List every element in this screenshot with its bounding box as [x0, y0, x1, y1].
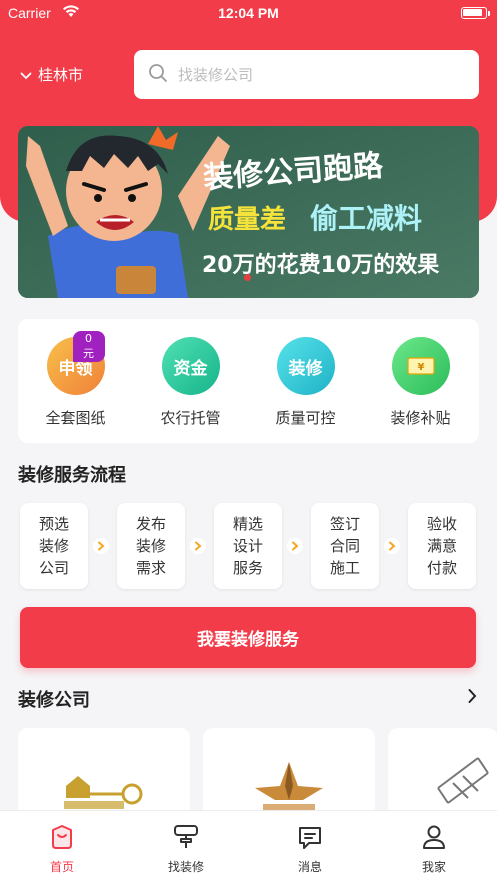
- tab-label: 首页: [49, 860, 74, 874]
- process-step[interactable]: 验收满意付款: [408, 503, 476, 589]
- banner-tag-quality: 质量差: [208, 204, 286, 235]
- banner-subline: 20万的花费10万的效果: [202, 252, 439, 278]
- battery-icon: [461, 7, 487, 19]
- quick-action-subsidy[interactable]: ¥ 装修补贴: [363, 337, 478, 428]
- quick-action-label: 质量可控: [275, 409, 336, 427]
- promo-banner[interactable]: 装修公司跑路 质量差 偷工减料 20万的花费10万的效果: [18, 126, 479, 298]
- carousel-indicator[interactable]: [244, 274, 251, 281]
- process-step[interactable]: 精选设计服务: [214, 503, 282, 589]
- battery-tip: [488, 11, 490, 16]
- tab-find-renovation[interactable]: 找装修: [124, 823, 248, 875]
- fund-icon-text: 资金: [173, 358, 208, 379]
- request-service-button[interactable]: 我要装修服务: [20, 607, 476, 668]
- tab-label: 找装修: [167, 860, 204, 874]
- city-selector[interactable]: 桂林市: [20, 64, 83, 85]
- message-icon: [296, 827, 324, 855]
- quick-action-label: 农行托管: [160, 409, 221, 427]
- chevron-right-icon: [287, 538, 303, 554]
- chevron-right-icon: [384, 538, 400, 554]
- quick-action-quality[interactable]: 装修 质量可控: [248, 337, 363, 428]
- process-step[interactable]: 签订合同施工: [311, 503, 379, 589]
- search-icon: [148, 63, 168, 87]
- tab-messages[interactable]: 消息: [248, 823, 372, 875]
- bottom-tab-bar: 首页 找装修 消息 我家: [0, 810, 497, 883]
- city-label: 桂林市: [38, 66, 84, 84]
- status-bar: Carrier 12:04 PM: [0, 0, 497, 28]
- search-input[interactable]: [178, 65, 458, 84]
- banner-tag-cutting-corners: 偷工减料: [310, 202, 422, 235]
- quick-action-label: 装修补贴: [390, 409, 451, 427]
- home-icon: [48, 825, 76, 855]
- search-bar[interactable]: [134, 50, 479, 99]
- chevron-right-icon: [190, 538, 206, 554]
- process-step[interactable]: 预选装修公司: [20, 503, 88, 589]
- apply-icon: 申领 0元: [46, 331, 105, 395]
- tab-label: 我家: [421, 860, 446, 874]
- process-flow: 预选装修公司 发布装修需求 精选设计服务 签订合同施工 验收满意付款: [20, 503, 480, 589]
- process-section-title: 装修服务流程: [18, 465, 126, 486]
- chevron-down-icon: [20, 66, 32, 84]
- tab-home[interactable]: 首页: [0, 823, 124, 875]
- fund-icon: 资金: [161, 337, 220, 395]
- quick-action-drawings[interactable]: 申领 0元 全套图纸: [18, 331, 133, 428]
- quick-action-escrow[interactable]: 资金 农行托管: [133, 337, 248, 428]
- quick-action-label: 全套图纸: [45, 409, 106, 427]
- renovation-icon: 装修: [276, 337, 335, 395]
- quick-actions-card: 申领 0元 全套图纸 资金 农行托管 装修 质量可控 ¥ 装修补贴: [18, 319, 479, 443]
- clock-time: 12:04 PM: [218, 5, 279, 21]
- svg-text:¥: ¥: [417, 362, 424, 373]
- renovation-icon-text: 装修: [288, 358, 323, 379]
- tab-label: 消息: [297, 860, 322, 874]
- user-icon: [420, 825, 448, 855]
- paint-roller-icon: [172, 825, 200, 855]
- chevron-right-icon[interactable]: [467, 688, 477, 708]
- companies-section-title: 装修公司: [18, 690, 90, 711]
- process-step[interactable]: 发布装修需求: [117, 503, 185, 589]
- free-badge: 0元: [72, 331, 105, 362]
- chevron-right-icon: [93, 538, 109, 554]
- tab-my-home[interactable]: 我家: [372, 823, 496, 875]
- subsidy-ticket-icon: ¥: [391, 337, 450, 395]
